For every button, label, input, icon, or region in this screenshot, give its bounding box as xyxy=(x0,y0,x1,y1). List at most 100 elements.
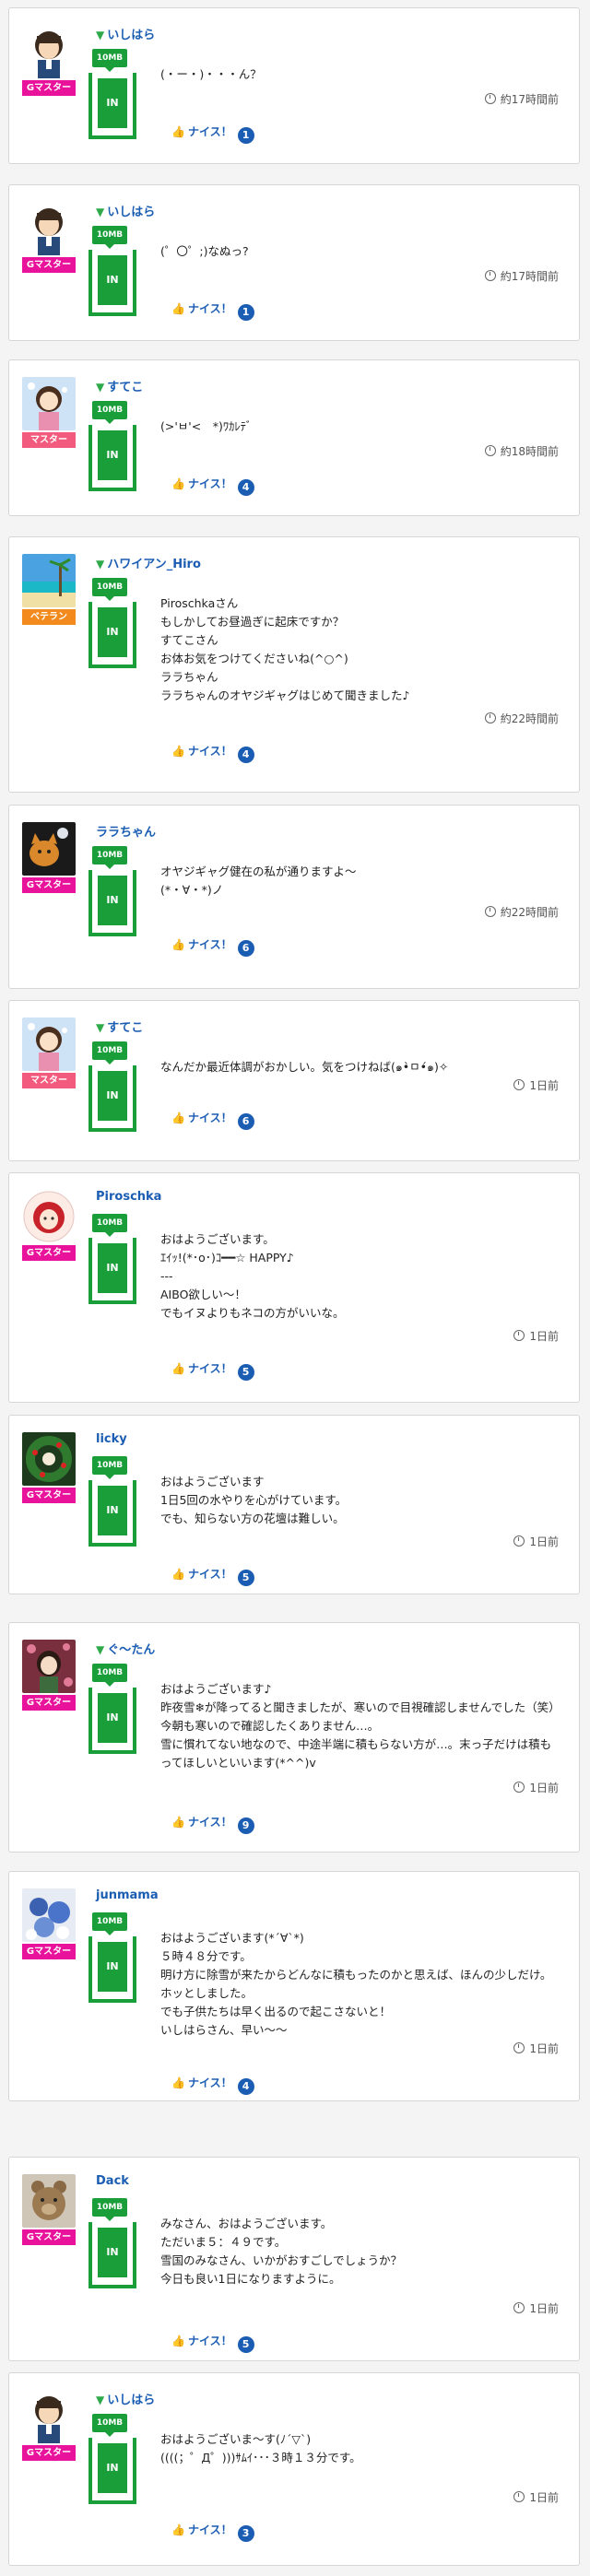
avatar[interactable] xyxy=(22,202,76,255)
clock-icon xyxy=(513,2302,525,2313)
nice-button[interactable]: 👍 ナイス！ 4 xyxy=(171,2075,254,2095)
user-name-link[interactable]: ララちゃん xyxy=(96,822,156,840)
in-label: IN xyxy=(98,876,127,925)
nice-count: 4 xyxy=(237,479,254,496)
time-text: 約17時間前 xyxy=(500,270,559,283)
user-name-link[interactable]: Dack xyxy=(96,2174,129,2188)
post-message: みなさん、おはようございます。 ただいま５：４９です。 雪国のみなさん、いかがお… xyxy=(160,2217,403,2286)
post-message: おはようございます♪ 昨夜雪❄が降ってると聞きましたが、寒いので目視確認しません… xyxy=(160,1682,555,1770)
avatar[interactable] xyxy=(22,25,76,78)
rank-badge: Gマスター xyxy=(22,1488,76,1503)
post-message: (>'ㅂ'< *)ﾜｶﾚﾃﾞ xyxy=(160,419,253,433)
post-time: 約22時間前 xyxy=(484,904,559,920)
avatar[interactable] xyxy=(22,1640,76,1693)
user-name-link[interactable]: ▼ すてこ xyxy=(96,377,143,394)
nice-count: 5 xyxy=(237,1364,254,1381)
post-card: Gマスター junmama 10MB IN おはようございます(*´∀`*) ５時４８分… xyxy=(8,1871,580,2101)
avatar[interactable] xyxy=(22,822,76,876)
post-time: 約18時間前 xyxy=(484,443,559,459)
user-name: いしはら xyxy=(107,29,156,42)
nice-button[interactable]: 👍 ナイス！ 1 xyxy=(171,300,254,321)
nice-button[interactable]: 👍 ナイス！ 6 xyxy=(171,1110,254,1130)
post-time: 1日前 xyxy=(513,2489,559,2505)
time-text: 1日前 xyxy=(529,1782,559,1794)
avatar[interactable] xyxy=(22,554,76,607)
avatar[interactable] xyxy=(22,2390,76,2443)
avatar[interactable] xyxy=(22,2174,76,2228)
beginner-leaf-icon: ▼ xyxy=(96,2394,105,2406)
user-name-link[interactable]: licky xyxy=(96,1432,127,1446)
clock-icon xyxy=(513,2491,525,2502)
clock-icon xyxy=(484,712,496,723)
nice-button[interactable]: 👍 ナイス！ 4 xyxy=(171,476,254,496)
avatar[interactable] xyxy=(22,1017,76,1071)
nice-count: 6 xyxy=(237,1113,254,1130)
post-message: おはようございます。 ｴｲｯ!(*･o･)ｺ━━☆ HAPPY♪ --- AIB… xyxy=(160,1232,345,1320)
post-time: 1日前 xyxy=(513,1534,559,1549)
time-text: 約17時間前 xyxy=(500,93,559,106)
clock-icon xyxy=(484,270,496,281)
rank-badge: ベテラン xyxy=(22,609,76,625)
nice-button[interactable]: 👍 ナイス！ 9 xyxy=(171,1814,254,1834)
in-box: IN xyxy=(88,250,136,316)
nice-count: 4 xyxy=(237,747,254,763)
in-box: IN xyxy=(88,870,136,936)
time-text: 1日前 xyxy=(529,2302,559,2315)
nice-button[interactable]: 👍 ナイス！ 3 xyxy=(171,2522,254,2542)
avatar[interactable] xyxy=(22,1432,76,1486)
user-name-link[interactable]: ▼ ぐ〜たん xyxy=(96,1640,155,1657)
nice-button[interactable]: 👍 ナイス！ 5 xyxy=(171,1566,254,1586)
user-name-link[interactable]: Piroschka xyxy=(96,1190,161,1204)
user-name-link[interactable]: ▼ いしはら xyxy=(96,2390,155,2407)
nice-button[interactable]: 👍 ナイス！ 6 xyxy=(171,936,254,957)
avatar[interactable] xyxy=(22,1888,76,1942)
nice-button[interactable]: 👍 ナイス！ 1 xyxy=(171,124,254,144)
nice-button[interactable]: 👍 ナイス！ 4 xyxy=(171,743,254,763)
post-card: Gマスター Piroschka 10MB IN おはようございます。 ｴｲｯ!(*･o･… xyxy=(8,1172,580,1403)
in-label: IN xyxy=(98,78,127,128)
post-time: 約22時間前 xyxy=(484,711,559,726)
user-name: licky xyxy=(96,1432,127,1446)
thumbs-up-icon: 👍 xyxy=(171,2335,185,2347)
storage-badge: 10MB xyxy=(92,1214,127,1237)
clock-icon xyxy=(513,1782,525,1793)
user-name-link[interactable]: ▼ いしはら xyxy=(96,202,155,219)
nice-button[interactable]: 👍 ナイス！ 5 xyxy=(171,1360,254,1381)
post-message: おはようございます(*´∀`*) ５時４８分です。 明け方に除雪が来たからどんな… xyxy=(160,1931,552,2037)
clock-icon xyxy=(513,1535,525,1547)
avatar[interactable] xyxy=(22,377,76,430)
post-time: 1日前 xyxy=(513,1780,559,1795)
nice-label: ナイス！ xyxy=(187,302,232,315)
user-name: ぐ〜たん xyxy=(107,1643,156,1657)
user-name-link[interactable]: junmama xyxy=(96,1888,159,1902)
thumbs-up-icon: 👍 xyxy=(171,745,185,758)
clock-icon xyxy=(484,93,496,104)
storage-badge: 10MB xyxy=(92,2198,127,2221)
avatar[interactable] xyxy=(22,1190,76,1243)
post-card: マスター ▼ すてこ 10MB IN (>'ㅂ'< *)ﾜｶﾚﾃﾞ 約18時間前 👍 ナイス！ 4 xyxy=(8,359,580,516)
nice-count: 5 xyxy=(237,2336,254,2353)
thumbs-up-icon: 👍 xyxy=(171,1112,185,1124)
post-message: (・ー・)・・・ん？ xyxy=(160,67,262,81)
user-name-link[interactable]: ▼ ハワイアン_Hiro xyxy=(96,554,201,571)
time-text: 1日前 xyxy=(529,1330,559,1343)
rank-badge: Gマスター xyxy=(22,1944,76,1959)
thumbs-up-icon: 👍 xyxy=(171,1568,185,1581)
nice-label: ナイス！ xyxy=(187,1816,232,1829)
thumbs-up-icon: 👍 xyxy=(171,1816,185,1829)
post-time: 1日前 xyxy=(513,1328,559,1344)
nice-button[interactable]: 👍 ナイス！ 5 xyxy=(171,2333,254,2353)
nice-label: ナイス！ xyxy=(187,2335,232,2347)
time-text: 1日前 xyxy=(529,2491,559,2504)
in-label: IN xyxy=(98,1486,127,1535)
storage-badge: 10MB xyxy=(92,1456,127,1479)
storage-badge: 10MB xyxy=(92,1912,127,1935)
post-card: Gマスター ララちゃん 10MB IN オヤジギャグ健在の私が通りますよ〜 (*・∀・*… xyxy=(8,805,580,989)
user-name-link[interactable]: ▼ すてこ xyxy=(96,1017,143,1035)
post-time: 1日前 xyxy=(513,2041,559,2056)
user-name: すてこ xyxy=(107,381,144,394)
in-box: IN xyxy=(88,425,136,491)
user-name-link[interactable]: ▼ いしはら xyxy=(96,25,155,42)
rank-badge: Gマスター xyxy=(22,2445,76,2461)
thumbs-up-icon: 👍 xyxy=(171,2523,185,2536)
